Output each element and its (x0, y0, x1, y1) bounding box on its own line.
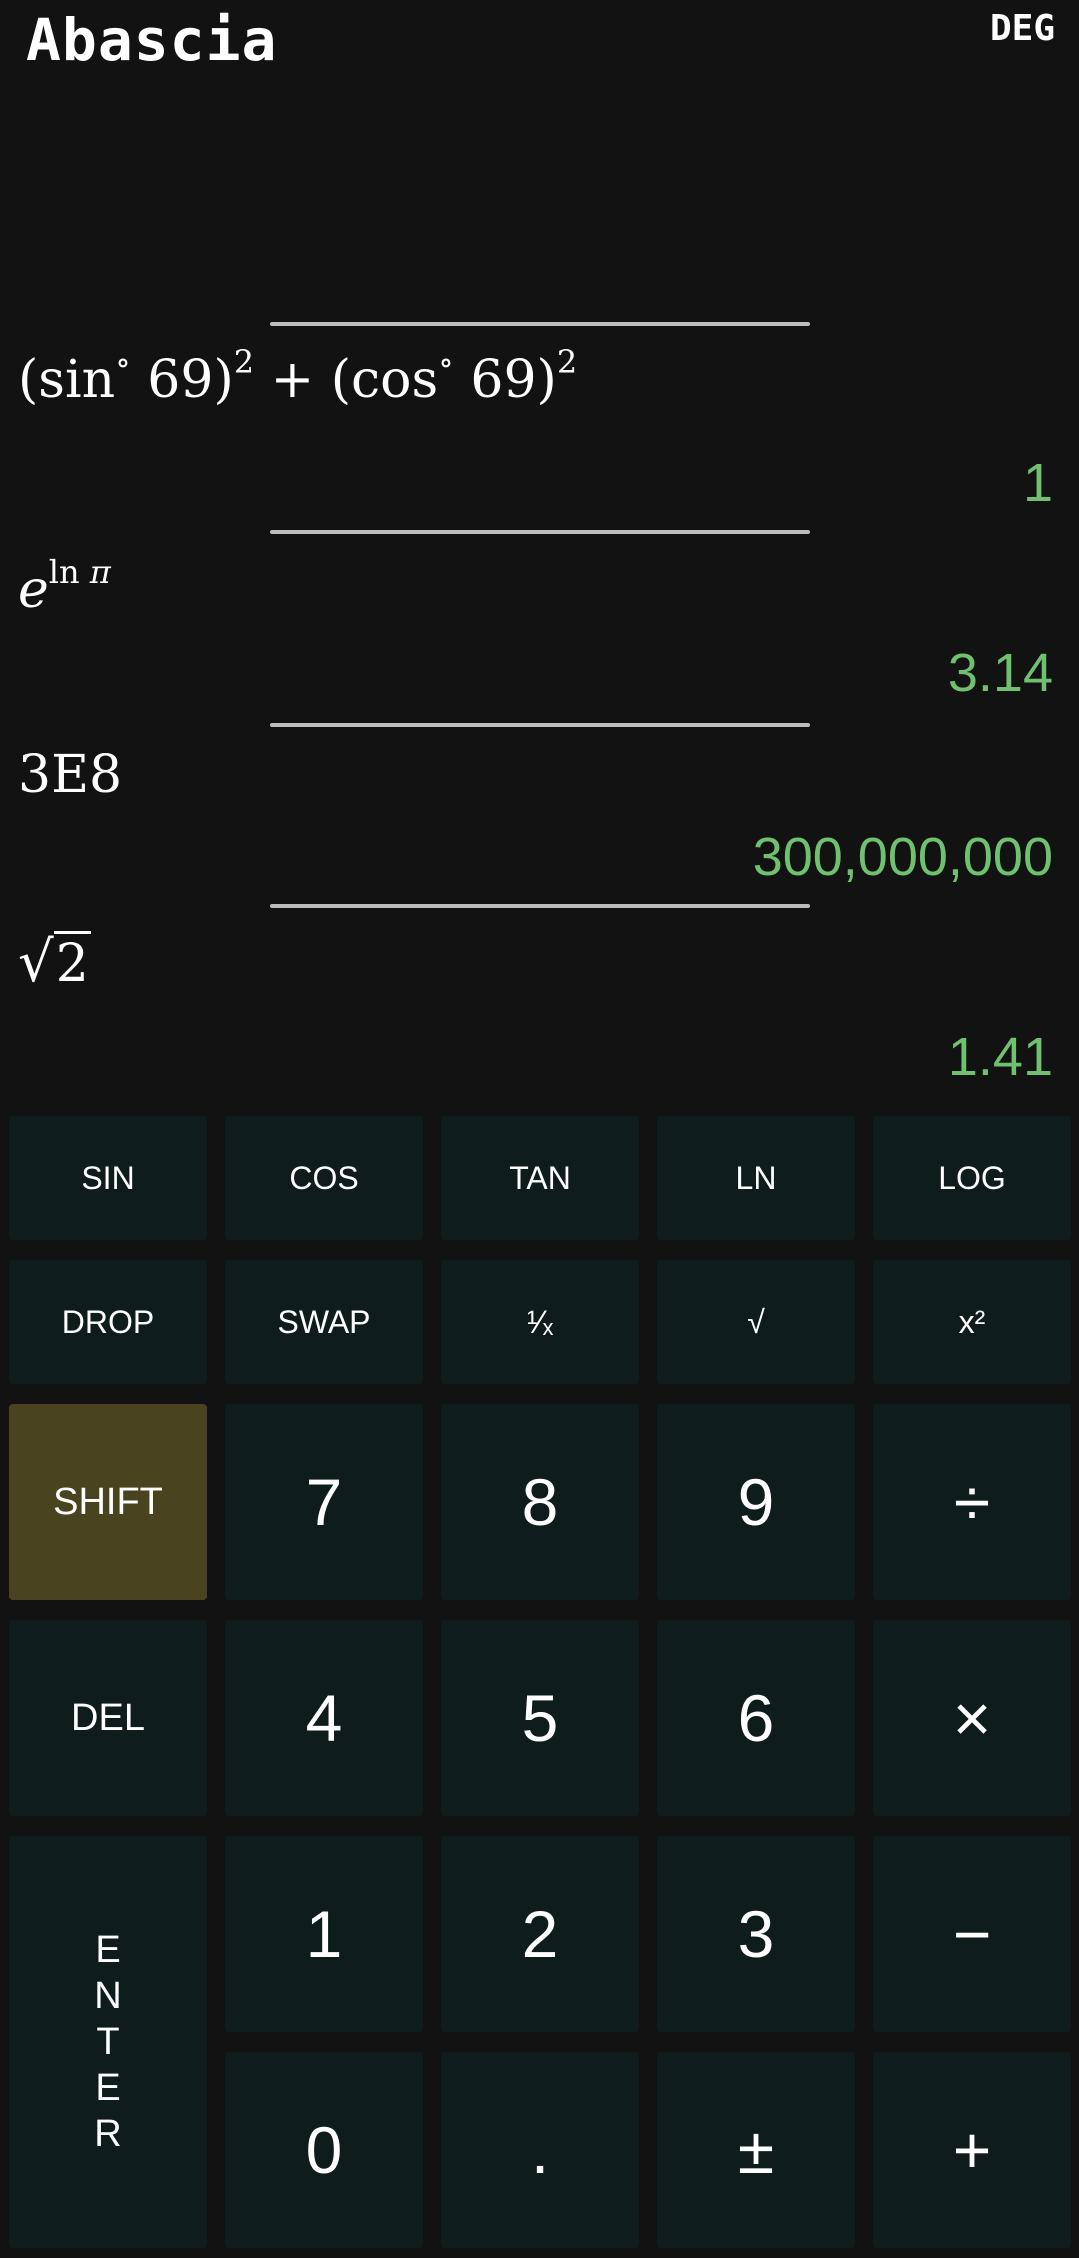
divide-key[interactable]: ÷ (873, 1404, 1071, 1600)
plus-key[interactable]: + (873, 2052, 1071, 2248)
tan-key[interactable]: TAN (441, 1116, 639, 1240)
reciprocal-key[interactable]: ¹⁄ₓ (441, 1260, 639, 1384)
seven-key[interactable]: 7 (225, 1404, 423, 1600)
stack-divider (270, 530, 810, 534)
multiply-key[interactable]: × (873, 1620, 1071, 1816)
stack-display: (sin∘ 69)2 + (cos∘ 69)2 1 eln π 3.14 3E8… (0, 0, 1079, 1105)
stack-divider (270, 322, 810, 326)
stack-result-4[interactable]: 1.41 (948, 1026, 1053, 1088)
stack-expression-3[interactable]: 3E8 (18, 745, 122, 805)
square-root-key[interactable]: √ (657, 1260, 855, 1384)
stack-expression-1[interactable]: (sin∘ 69)2 + (cos∘ 69)2 (18, 346, 577, 410)
stack-result-3[interactable]: 300,000,000 (753, 826, 1053, 888)
stack-expression-4[interactable]: √2 (18, 930, 91, 995)
keypad: SIN COS TAN LN LOG DROP SWAP ¹⁄ₓ √ x² SH… (0, 1105, 1079, 2258)
three-key[interactable]: 3 (657, 1836, 855, 2032)
stack-result-1[interactable]: 1 (1023, 452, 1053, 514)
six-key[interactable]: 6 (657, 1620, 855, 1816)
stack-expression-2[interactable]: eln π (18, 556, 111, 620)
cos-key[interactable]: COS (225, 1116, 423, 1240)
eight-key[interactable]: 8 (441, 1404, 639, 1600)
minus-key[interactable]: − (873, 1836, 1071, 2032)
enter-key-label: E N T E R (94, 1929, 122, 2155)
four-key[interactable]: 4 (225, 1620, 423, 1816)
sin-key[interactable]: SIN (9, 1116, 207, 1240)
enter-key[interactable]: E N T E R (9, 1836, 207, 2248)
zero-key[interactable]: 0 (225, 2052, 423, 2248)
swap-key[interactable]: SWAP (225, 1260, 423, 1384)
two-key[interactable]: 2 (441, 1836, 639, 2032)
ln-key[interactable]: LN (657, 1116, 855, 1240)
plus-minus-key[interactable]: ± (657, 2052, 855, 2248)
drop-key[interactable]: DROP (9, 1260, 207, 1384)
log-key[interactable]: LOG (873, 1116, 1071, 1240)
decimal-key[interactable]: . (441, 2052, 639, 2248)
stack-divider (270, 904, 810, 908)
shift-key[interactable]: SHIFT (9, 1404, 207, 1600)
one-key[interactable]: 1 (225, 1836, 423, 2032)
square-key[interactable]: x² (873, 1260, 1071, 1384)
delete-key[interactable]: DEL (9, 1620, 207, 1816)
nine-key[interactable]: 9 (657, 1404, 855, 1600)
stack-result-2[interactable]: 3.14 (948, 642, 1053, 704)
five-key[interactable]: 5 (441, 1620, 639, 1816)
stack-divider (270, 723, 810, 727)
